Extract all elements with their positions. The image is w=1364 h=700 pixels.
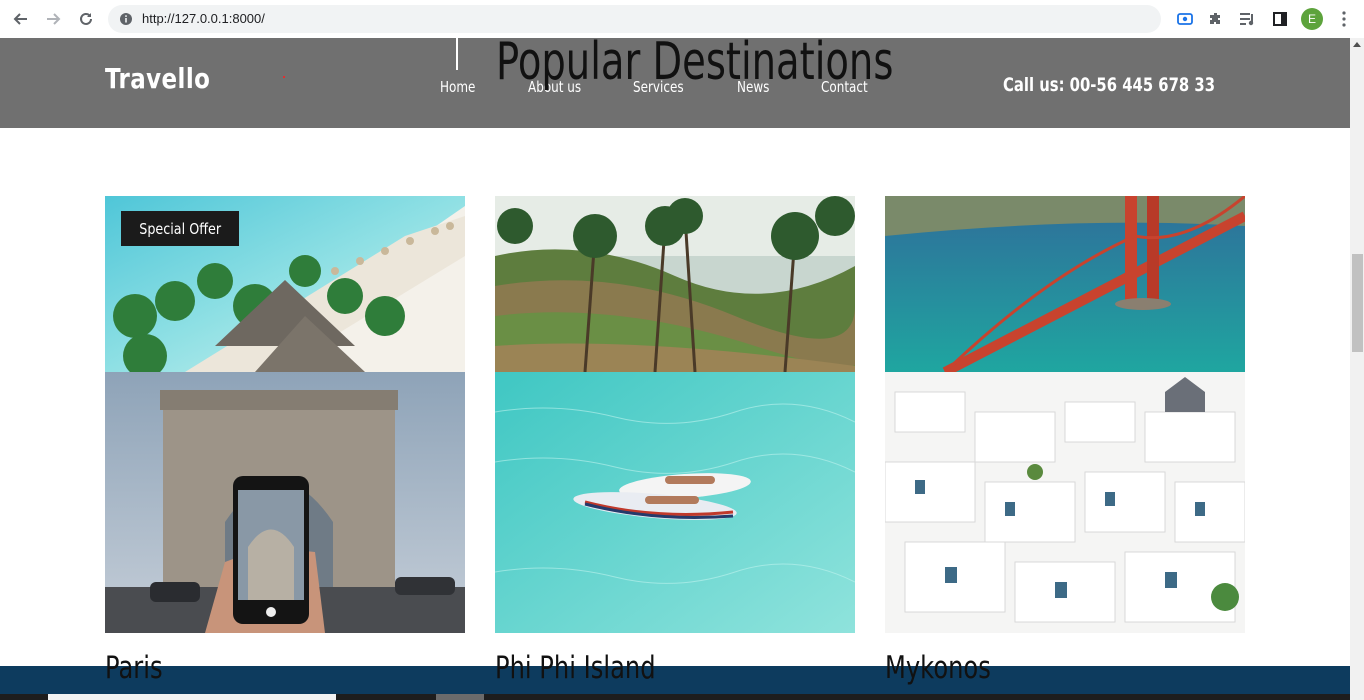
card-title-phi-phi[interactable]: Phi Phi Island <box>495 650 656 686</box>
card-title-mykonos[interactable]: Mykonos <box>885 650 991 686</box>
side-panel-icon[interactable] <box>1270 9 1290 29</box>
page-viewport: Travello Home About us Services News Con… <box>0 38 1350 700</box>
mykonos-image[interactable] <box>885 372 1245 633</box>
media-control-icon[interactable] <box>1238 9 1258 29</box>
screen-capture-icon[interactable] <box>1175 9 1195 29</box>
footer-segment <box>48 694 336 700</box>
section-title: Popular Destinations <box>496 38 894 92</box>
reload-icon[interactable] <box>75 8 97 30</box>
back-icon[interactable] <box>10 8 32 30</box>
browser-toolbar: http://127.0.0.1:8000/ E <box>0 0 1364 39</box>
menu-icon[interactable] <box>1334 9 1354 29</box>
scrollbar-thumb[interactable] <box>1352 254 1363 352</box>
info-icon[interactable] <box>119 12 133 31</box>
profile-avatar[interactable]: E <box>1301 8 1323 30</box>
site-logo[interactable]: Travello <box>105 62 210 95</box>
scroll-up-icon[interactable] <box>1353 42 1361 47</box>
title-divider <box>456 38 458 70</box>
footer-segment <box>436 694 484 700</box>
address-bar[interactable]: http://127.0.0.1:8000/ <box>108 5 1161 33</box>
card-title-paris[interactable]: Paris <box>105 650 163 686</box>
forward-icon[interactable] <box>42 8 64 30</box>
page-scrollbar[interactable] <box>1350 38 1364 700</box>
extensions-icon[interactable] <box>1206 9 1226 29</box>
phi-phi-image[interactable] <box>495 372 855 633</box>
decorative-dot <box>283 76 285 78</box>
site-header: Travello Home About us Services News Con… <box>0 38 1350 128</box>
bridge-image[interactable] <box>885 196 1245 372</box>
nav-home[interactable]: Home <box>440 78 475 96</box>
terraces-image[interactable] <box>495 196 855 372</box>
paris-image[interactable] <box>105 372 465 633</box>
special-offer-badge: Special Offer <box>121 211 239 246</box>
call-us-text: Call us: 00-56 445 678 33 <box>1003 74 1216 96</box>
url-text[interactable]: http://127.0.0.1:8000/ <box>142 11 265 26</box>
